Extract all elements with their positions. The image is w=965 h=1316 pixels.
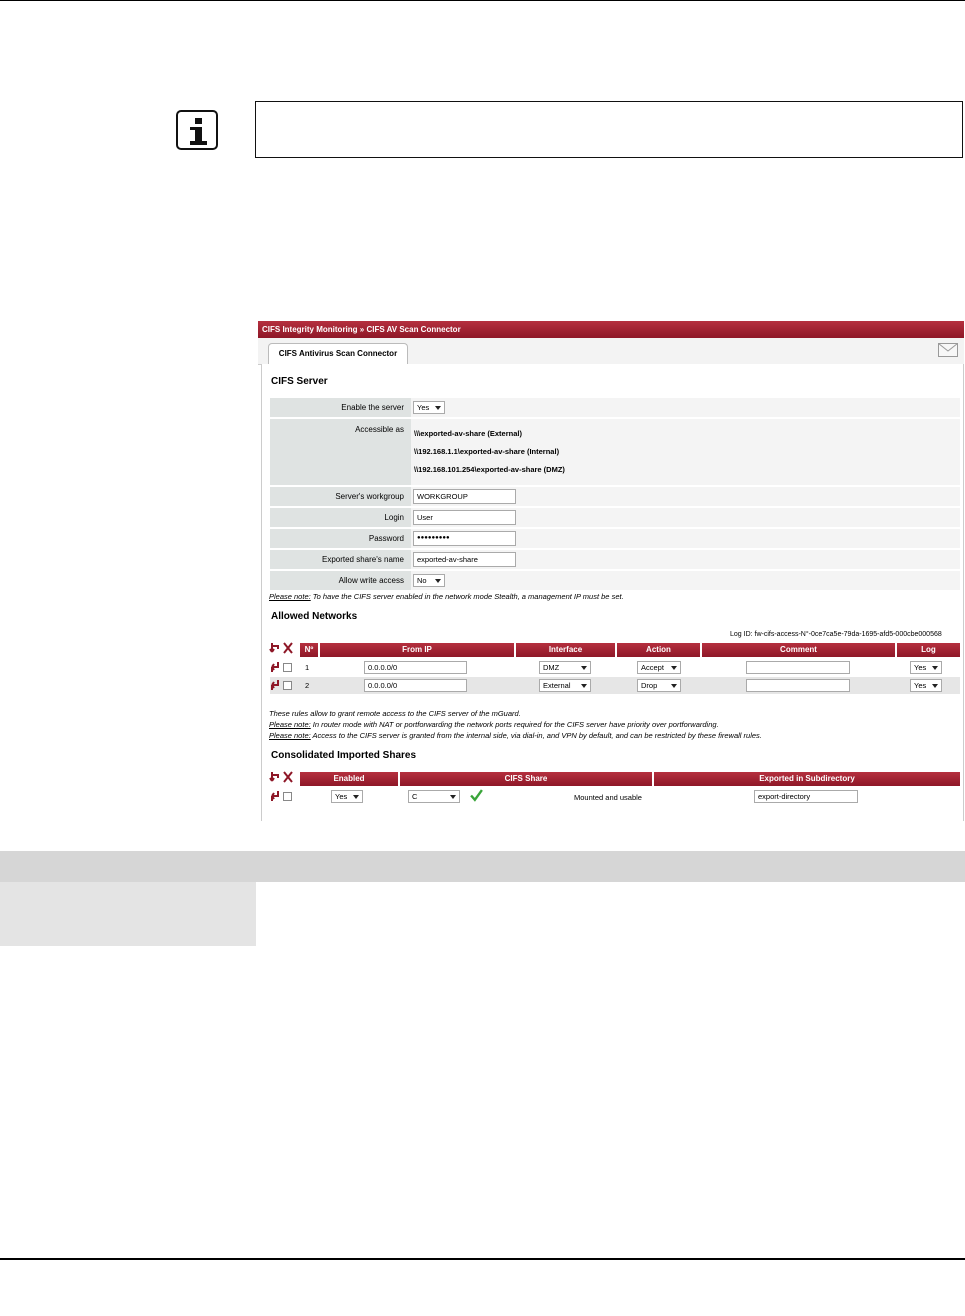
from-ip-input[interactable]: 0.0.0.0/0 (364, 679, 467, 692)
workgroup-input[interactable]: WORKGROUP (413, 489, 516, 504)
col-interface: Interface (516, 643, 615, 657)
mount-status: Mounted and usable (574, 793, 642, 802)
accessible-dmz: \\192.168.101.254\exported-av-share (DMZ… (414, 465, 565, 474)
chevron-down-icon (932, 684, 938, 688)
enable-select[interactable]: Yes (413, 401, 445, 414)
checkmark-icon (470, 789, 483, 802)
accessible-label: Accessible as (355, 425, 404, 434)
log-id: Log ID: fw-cifs-access-N°-0ce7ca5e-79da-… (730, 631, 942, 638)
password-label: Password (368, 534, 404, 543)
col-comment: Comment (702, 643, 895, 657)
interface-select[interactable]: External (539, 679, 591, 692)
write-access-select[interactable]: No (413, 574, 445, 587)
chevron-down-icon (932, 666, 938, 670)
chevron-down-icon (581, 666, 587, 670)
note-box (255, 101, 963, 158)
chevron-down-icon (435, 406, 441, 410)
row-checkbox[interactable] (283, 663, 292, 672)
mail-icon[interactable] (938, 343, 958, 357)
insert-row-icon[interactable] (269, 642, 281, 654)
col-from-ip: From IP (320, 643, 514, 657)
col-log: Log (897, 643, 960, 657)
share-name-row: Exported share's name exported-av-share (270, 550, 960, 569)
share-name-input[interactable]: exported-av-share (413, 552, 516, 567)
table-row: 2 0.0.0.0/0 External Drop Yes (262, 677, 960, 694)
row-number: 2 (305, 681, 310, 690)
table-row: 1 0.0.0.0/0 DMZ Accept Yes (262, 659, 960, 676)
delete-row-icon[interactable] (282, 771, 294, 783)
write-access-row: Allow write access No (270, 571, 960, 590)
password-row: Password ●●●●●●●●● (270, 529, 960, 548)
col-exported-subdir: Exported in Subdirectory (654, 772, 960, 786)
write-access-label: Allow write access (338, 576, 404, 585)
row-checkbox[interactable] (283, 681, 292, 690)
portforwarding-note: Please note: In router mode with NAT or … (269, 720, 719, 729)
share-name-label: Exported share's name (321, 555, 404, 564)
insert-row-icon[interactable] (269, 790, 281, 802)
enable-row: Enable the server Yes (270, 398, 960, 417)
cifs-server-title: CIFS Server (271, 376, 328, 387)
login-label: Login (384, 513, 404, 522)
comment-input[interactable] (746, 679, 850, 692)
table-label-cell (0, 882, 256, 946)
from-ip-input[interactable]: 0.0.0.0/0 (364, 661, 467, 674)
workgroup-label: Server's workgroup (335, 492, 404, 501)
delete-row-icon[interactable] (282, 642, 294, 654)
insert-row-icon[interactable] (269, 679, 281, 691)
log-select[interactable]: Yes (910, 679, 942, 692)
insert-row-icon[interactable] (269, 661, 281, 673)
table-header-band (0, 851, 965, 882)
top-rule (0, 0, 965, 1)
accessible-row: Accessible as \\\exported-av-share (Exte… (270, 419, 960, 485)
chevron-down-icon (671, 684, 677, 688)
comment-input[interactable] (746, 661, 850, 674)
info-icon (176, 110, 218, 150)
action-select[interactable]: Accept (637, 661, 681, 674)
chevron-down-icon (671, 666, 677, 670)
col-enabled: Enabled (300, 772, 398, 786)
action-select[interactable]: Drop (637, 679, 681, 692)
accessible-internal: \\192.168.1.1\exported-av-share (Interna… (414, 447, 560, 456)
cifs-screenshot: CIFS Integrity Monitoring » CIFS AV Scan… (258, 321, 964, 821)
login-input[interactable]: User (413, 510, 516, 525)
imported-shares-title: Consolidated Imported Shares (271, 750, 417, 761)
tab-cifs-antivirus[interactable]: CIFS Antivirus Scan Connector (268, 343, 408, 364)
row-checkbox[interactable] (283, 792, 292, 801)
col-cifs-share: CIFS Share (400, 772, 652, 786)
rules-note: These rules allow to grant remote access… (269, 709, 521, 718)
chevron-down-icon (353, 795, 359, 799)
access-note: Please note: Access to the CIFS server i… (269, 731, 762, 740)
content-panel: CIFS Server Enable the server Yes Access… (261, 364, 964, 821)
col-number: Nº (300, 643, 318, 657)
enabled-select[interactable]: Yes (331, 790, 363, 803)
bottom-rule (0, 1258, 965, 1260)
stealth-note: Please note: To have the CIFS server ena… (269, 592, 624, 601)
subdir-input[interactable]: export-directory (754, 790, 858, 803)
workgroup-row: Server's workgroup WORKGROUP (270, 487, 960, 506)
password-input[interactable]: ●●●●●●●●● (413, 531, 516, 546)
interface-select[interactable]: DMZ (539, 661, 591, 674)
chevron-down-icon (450, 795, 456, 799)
allowed-networks-title: Allowed Networks (271, 611, 358, 622)
enable-label: Enable the server (341, 403, 404, 412)
table-row: Yes C Mounted and usable export-director… (262, 788, 960, 805)
login-row: Login User (270, 508, 960, 527)
breadcrumb: CIFS Integrity Monitoring » CIFS AV Scan… (258, 321, 964, 338)
insert-row-icon[interactable] (269, 771, 281, 783)
col-action: Action (617, 643, 700, 657)
chevron-down-icon (435, 579, 441, 583)
row-number: 1 (305, 663, 310, 672)
chevron-down-icon (581, 684, 587, 688)
accessible-external: \\\exported-av-share (External) (414, 429, 522, 438)
log-select[interactable]: Yes (910, 661, 942, 674)
share-select[interactable]: C (408, 790, 460, 803)
